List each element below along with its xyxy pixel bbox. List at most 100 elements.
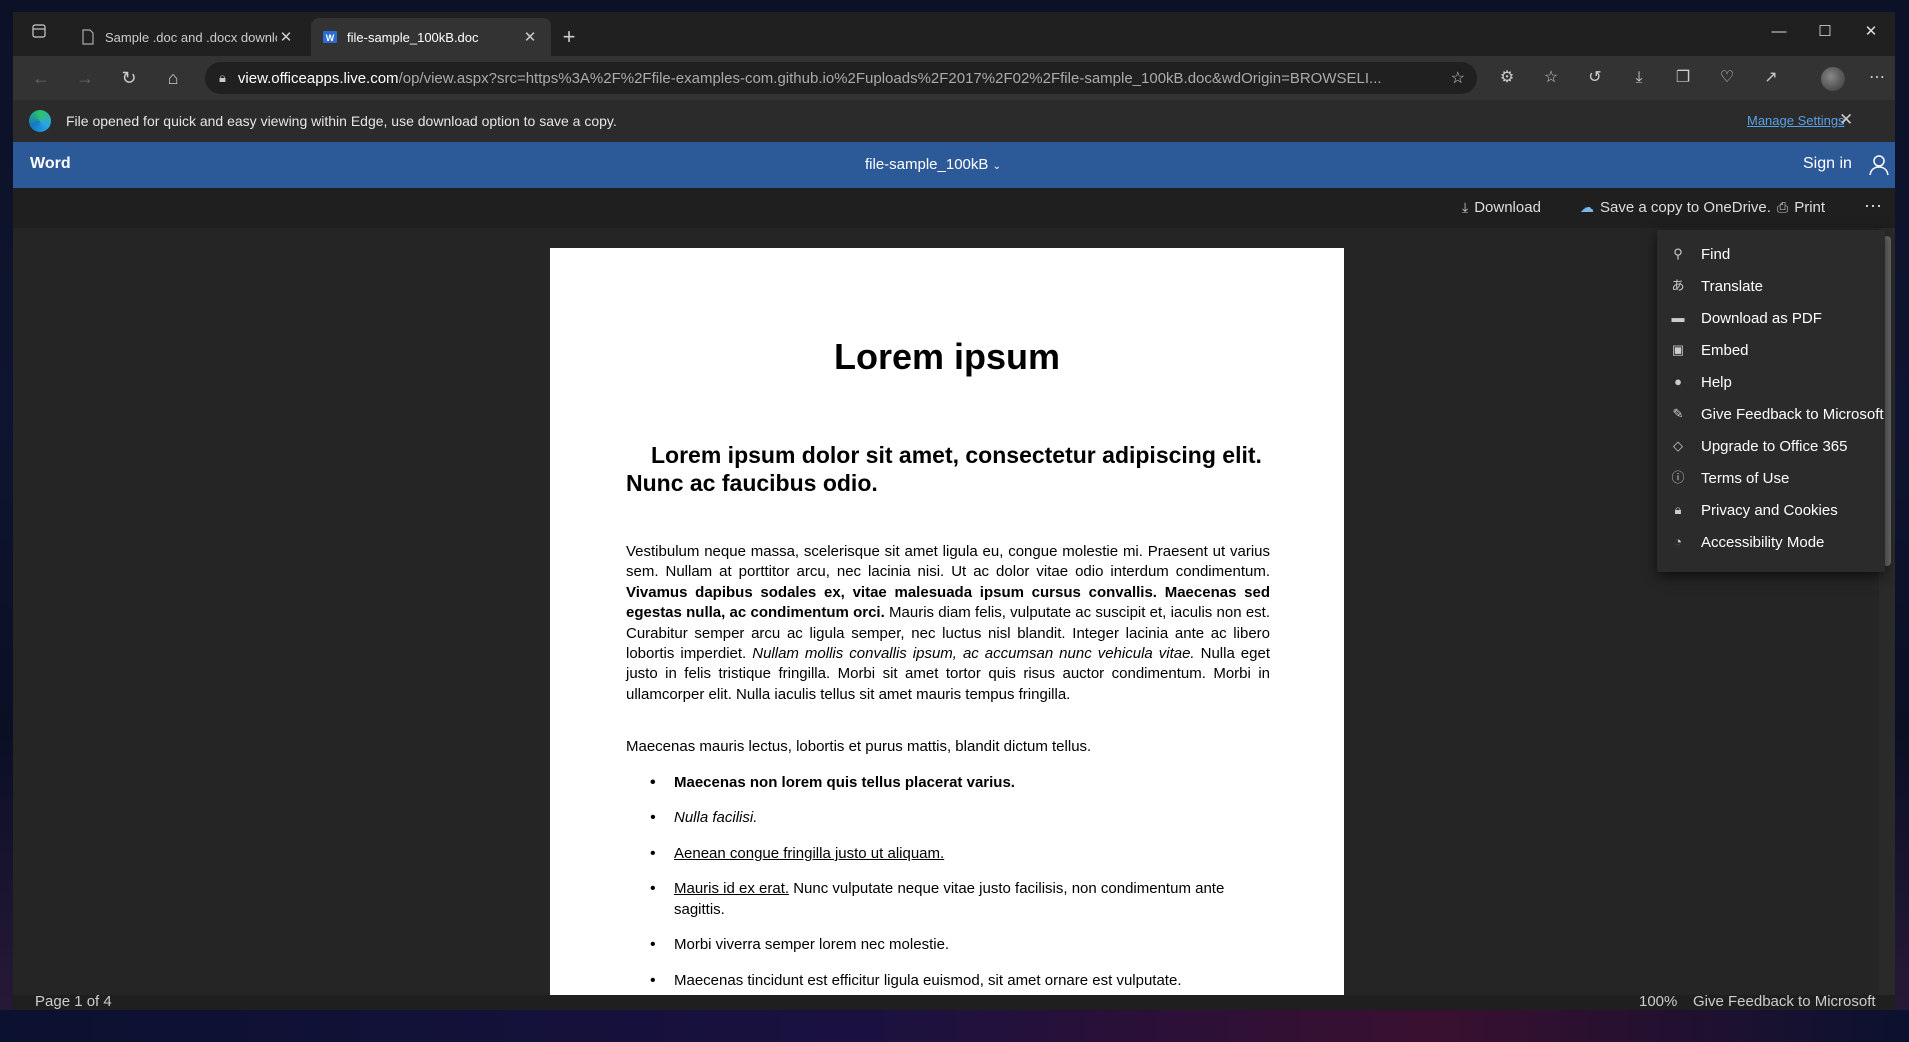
close-tab-icon[interactable]: ✕ xyxy=(277,28,295,46)
menu-item-privacy[interactable]: 🔒︎ Privacy and Cookies xyxy=(1657,494,1885,526)
person-icon[interactable] xyxy=(1869,154,1889,176)
lock-icon: 🔒︎ xyxy=(1674,502,1682,517)
save-to-onedrive-button[interactable]: ☁ Save a copy to OneDrive. xyxy=(1580,199,1771,216)
share-icon[interactable]: ↗ xyxy=(1755,64,1787,92)
diamond-icon: ◇ xyxy=(1673,438,1683,453)
more-commands-icon[interactable]: ⋯ xyxy=(1855,192,1891,224)
address-bar[interactable]: 🔒︎ view.officeapps.live.com /op/view.asp… xyxy=(205,62,1477,94)
extensions-icon[interactable]: ⚙ xyxy=(1491,64,1523,92)
paragraph-italic-text: Nullam mollis convallis ipsum, ac accums… xyxy=(752,645,1195,663)
minimize-icon[interactable]: — xyxy=(1756,18,1802,46)
menu-item-label: Upgrade to Office 365 xyxy=(1701,437,1848,455)
profile-avatar[interactable] xyxy=(1821,67,1845,91)
document-subheading: Lorem ipsum dolor sit amet, consectetur … xyxy=(626,442,1262,496)
collections-icon[interactable]: ❐ xyxy=(1667,64,1699,92)
menu-item-translate[interactable]: あ Translate xyxy=(1657,270,1885,302)
tab-actions-icon[interactable] xyxy=(27,24,51,46)
back-icon[interactable]: ← xyxy=(25,64,57,92)
info-message: File opened for quick and easy viewing w… xyxy=(66,113,617,129)
tab-file-sample[interactable]: W file-sample_100kB.doc ✕ xyxy=(311,18,551,56)
word-icon: W xyxy=(323,31,337,43)
menu-item-accessibility[interactable]: ◔ Accessibility Mode xyxy=(1657,526,1885,558)
close-window-icon[interactable]: ✕ xyxy=(1848,18,1894,46)
menu-item-feedback[interactable]: ✎ Give Feedback to Microsoft xyxy=(1657,398,1885,430)
feedback-icon: ✎ xyxy=(1672,406,1684,421)
maximize-icon[interactable]: ☐ xyxy=(1802,18,1848,46)
menu-item-label: Terms of Use xyxy=(1701,469,1790,487)
history-icon[interactable]: ↺ xyxy=(1579,64,1611,92)
tab-title: Sample .doc and .docx downloa xyxy=(105,29,277,45)
new-tab-icon[interactable]: + xyxy=(557,26,581,50)
download-label: Download xyxy=(1474,199,1541,216)
give-feedback-link[interactable]: Give Feedback to Microsoft xyxy=(1693,993,1876,1010)
close-tab-icon[interactable]: ✕ xyxy=(521,28,539,46)
paragraph-1: Vestibulum neque massa, scelerisque sit … xyxy=(626,542,1270,705)
menu-item-embed[interactable]: ▣ Embed xyxy=(1657,334,1885,366)
tab-title: file-sample_100kB.doc xyxy=(347,29,479,45)
chevron-down-icon: ⌄ xyxy=(992,161,1001,172)
menu-item-label: Find xyxy=(1701,245,1731,263)
svg-text:W: W xyxy=(326,33,335,43)
menu-item-label: Give Feedback to Microsoft xyxy=(1701,405,1884,423)
paragraph-2: Maecenas mauris lectus, lobortis et puru… xyxy=(626,738,1092,755)
list-item: Morbi viverra semper lorem nec molestie. xyxy=(650,935,1274,956)
menu-item-help[interactable]: ● Help xyxy=(1657,366,1885,398)
menu-item-label: Embed xyxy=(1701,341,1749,359)
home-icon[interactable]: ⌂ xyxy=(157,64,189,92)
list-item: Aenean congue fringilla justo ut aliquam… xyxy=(650,844,1274,865)
info-bar: File opened for quick and easy viewing w… xyxy=(13,100,1895,142)
list-item: Mauris id ex erat. Nunc vulputate neque … xyxy=(650,879,1274,920)
forward-icon[interactable]: → xyxy=(69,64,101,92)
close-infobar-icon[interactable]: ✕ xyxy=(1839,110,1853,130)
list-item: Maecenas tincidunt est efficitur ligula … xyxy=(650,971,1274,992)
list-item: Maecenas non lorem quis tellus placerat … xyxy=(650,773,1274,794)
desktop-background xyxy=(0,1010,1909,1042)
list-item: Nulla facilisi. xyxy=(650,808,1274,829)
edge-logo-icon xyxy=(29,110,51,132)
browser-window: Sample .doc and .docx downloa ✕ W file-s… xyxy=(13,12,1895,1010)
favorite-star-icon[interactable]: ☆ xyxy=(1451,68,1465,88)
menu-item-download-pdf[interactable]: ▬ Download as PDF xyxy=(1657,302,1885,334)
more-options-menu: ⚲ Find あ Translate ▬ Download as PDF ▣ Embed… xyxy=(1657,230,1885,572)
cloud-icon: ☁ xyxy=(1580,199,1594,215)
menu-item-label: Translate xyxy=(1701,277,1763,295)
lock-icon[interactable]: 🔒︎ xyxy=(219,70,226,86)
zoom-level[interactable]: 100% xyxy=(1639,993,1677,1010)
downloads-icon[interactable]: ⤓ xyxy=(1623,64,1655,92)
page-icon xyxy=(82,29,94,45)
app-name[interactable]: Word xyxy=(30,155,71,173)
browser-essentials-icon[interactable]: ♡ xyxy=(1711,64,1743,92)
manage-settings-link[interactable]: Manage Settings xyxy=(1747,113,1845,128)
save-copy-label: Save a copy to OneDrive. xyxy=(1600,199,1771,216)
favorites-icon[interactable]: ☆ xyxy=(1535,64,1567,92)
document-canvas[interactable]: Lorem ipsum Lorem ipsum dolor sit amet, … xyxy=(13,228,1879,1008)
print-label: Print xyxy=(1794,199,1826,216)
menu-item-label: Privacy and Cookies xyxy=(1701,501,1838,519)
sign-in-link[interactable]: Sign in xyxy=(1803,155,1852,173)
info-icon: ⓘ xyxy=(1671,470,1685,485)
status-bar: Page 1 of 4 100% Give Feedback to Micros… xyxy=(13,993,1895,1010)
download-icon: ⤓ xyxy=(1462,199,1469,215)
help-icon: ● xyxy=(1674,374,1682,389)
document-heading: Lorem ipsum xyxy=(833,336,1061,377)
navigation-bar: ← → ↻ ⌂ 🔒︎ view.officeapps.live.com /op/… xyxy=(13,56,1895,100)
more-options-icon[interactable]: ⋯ xyxy=(1861,64,1893,92)
search-icon: ⚲ xyxy=(1673,246,1683,261)
document-page[interactable]: Lorem ipsum Lorem ipsum dolor sit amet, … xyxy=(550,248,1344,1008)
paragraph-text: Vestibulum neque massa, scelerisque sit … xyxy=(626,543,1270,581)
document-title[interactable]: file-sample_100kB ⌄ xyxy=(865,156,1001,173)
embed-icon: ▣ xyxy=(1671,342,1685,357)
print-button[interactable]: ⎙ Print xyxy=(1777,199,1825,216)
pdf-icon: ▬ xyxy=(1671,310,1685,325)
url-path: /op/view.aspx?src=https%3A%2F%2Ffile-exa… xyxy=(398,69,1382,87)
menu-item-label: Accessibility Mode xyxy=(1701,533,1825,551)
document-title-text: file-sample_100kB xyxy=(865,156,989,173)
menu-item-find[interactable]: ⚲ Find xyxy=(1657,238,1885,270)
menu-item-terms[interactable]: ⓘ Terms of Use xyxy=(1657,462,1885,494)
tab-sample-doc[interactable]: Sample .doc and .docx downloa ✕ xyxy=(69,18,307,56)
refresh-icon[interactable]: ↻ xyxy=(113,64,145,92)
tab-bar: Sample .doc and .docx downloa ✕ W file-s… xyxy=(13,12,1895,56)
word-header: Word file-sample_100kB ⌄ Sign in xyxy=(13,142,1895,188)
download-button[interactable]: ⤓ Download xyxy=(1462,199,1541,216)
menu-item-upgrade[interactable]: ◇ Upgrade to Office 365 xyxy=(1657,430,1885,462)
